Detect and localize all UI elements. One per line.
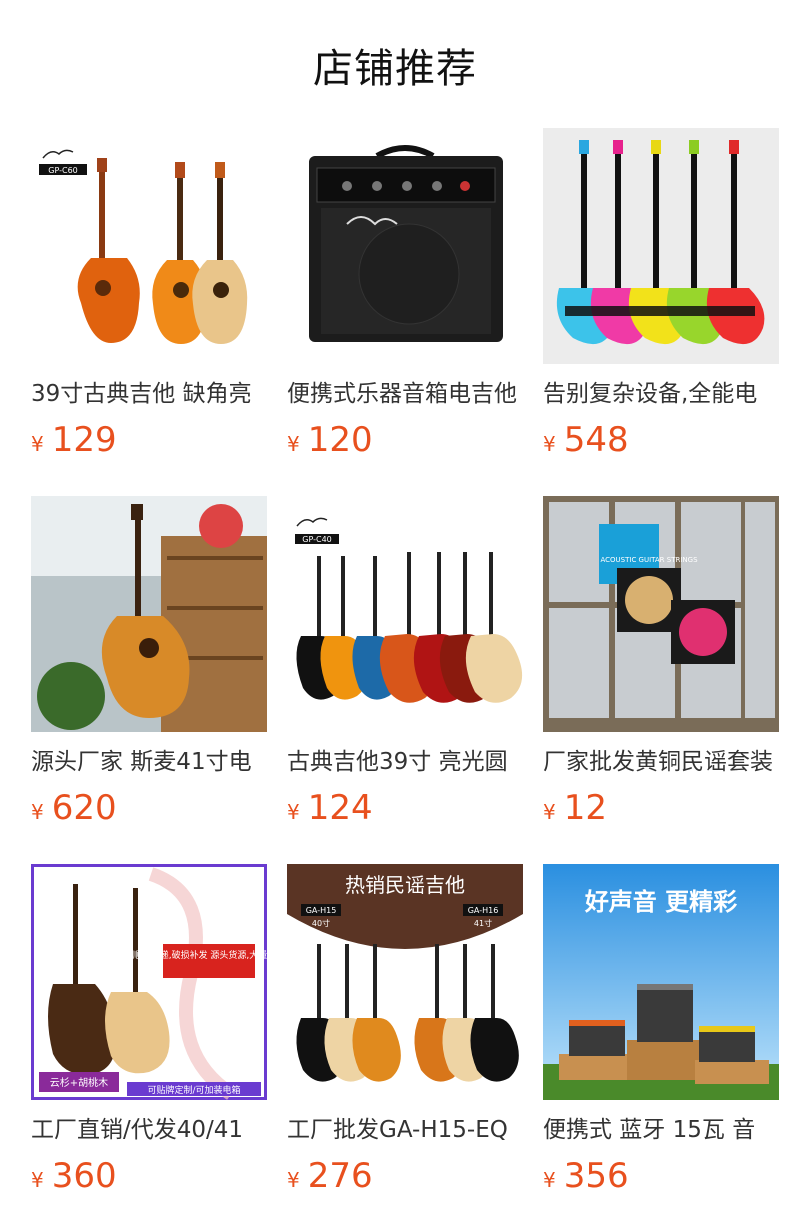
product-grid: GP-C60 39寸古典吉他 缺角亮 ¥129 便携式乐器音箱电吉他 ¥ 120… (31, 128, 779, 1200)
product-card[interactable]: 告别复杂设备,全能电 ¥548 (543, 128, 779, 464)
customization-note: 可贴牌定制/可加装电箱 (147, 1084, 240, 1096)
showroom-guitar-image (31, 496, 267, 732)
wood-type-badge: 云杉+胡桃木 (50, 1076, 108, 1089)
guitar-strings-image: ACOUSTIC GUITAR STRINGS (543, 496, 779, 732)
product-card[interactable]: 顺丰快递,破损补发 源头货源,大量现货 云杉+胡桃木 可贴牌定制/可加装电箱 工… (31, 864, 267, 1200)
product-name[interactable]: 工厂直销/代发40/41 (31, 1114, 267, 1146)
promo-note: 顺丰快递,破损补发 源头货源,大量现货 (133, 949, 267, 961)
product-image-guitar-strings[interactable]: ACOUSTIC GUITAR STRINGS (543, 496, 779, 732)
model-badge: GP-C60 (48, 166, 78, 175)
product-card[interactable]: 热销民谣吉他 GA-H15 40寸 GA-H16 41寸 工厂批发GA-H15-… (287, 864, 523, 1200)
page-title: 店铺推荐 (313, 46, 477, 92)
model-badge-left: GA-H15 (306, 906, 337, 915)
currency-symbol: ¥ (31, 800, 44, 824)
product-image-folk-guitars-promo[interactable]: 顺丰快递,破损补发 源头货源,大量现货 云杉+胡桃木 可贴牌定制/可加装电箱 (31, 864, 267, 1100)
amplifier-image (287, 128, 523, 364)
model-badge-right: GA-H16 (468, 906, 499, 915)
price-amount: 620 (51, 788, 117, 828)
product-name[interactable]: 工厂批发GA-H15-EQ (287, 1114, 523, 1146)
price-amount: 548 (563, 420, 629, 460)
price-amount: 276 (307, 1156, 373, 1196)
product-card[interactable]: 好声音 更精彩 便携式 蓝牙 15瓦 音 ¥356 (543, 864, 779, 1200)
product-image-classical-guitars[interactable]: GP-C60 (31, 128, 267, 364)
currency-symbol: ¥ (287, 432, 300, 456)
currency-symbol: ¥ (543, 432, 556, 456)
product-price: ¥276 (287, 1154, 523, 1198)
product-name[interactable]: 39寸古典吉他 缺角亮 (31, 378, 267, 410)
product-price: ¥360 (31, 1154, 267, 1198)
hot-folk-guitars-image: 热销民谣吉他 GA-H15 40寸 GA-H16 41寸 (287, 864, 523, 1100)
product-name[interactable]: 厂家批发黄铜民谣套装 (543, 746, 779, 778)
currency-symbol: ¥ (287, 800, 300, 824)
price-amount: 120 (307, 420, 373, 460)
promo-headline: 热销民谣吉他 (345, 873, 465, 897)
currency-symbol: ¥ (287, 1168, 300, 1192)
product-image-bluetooth-speakers[interactable]: 好声音 更精彩 (543, 864, 779, 1100)
currency-symbol: ¥ (31, 432, 44, 456)
classical-guitar-set-image: GP-C40 (287, 496, 523, 732)
product-price: ¥129 (31, 418, 267, 462)
price-amount: 129 (51, 420, 117, 460)
product-image-hot-folk-guitars[interactable]: 热销民谣吉他 GA-H15 40寸 GA-H16 41寸 (287, 864, 523, 1100)
currency-symbol: ¥ (543, 800, 556, 824)
price-amount: 356 (563, 1156, 629, 1196)
model-badge: GP-C40 (302, 535, 332, 544)
promo-headline: 好声音 更精彩 (584, 888, 737, 916)
product-card[interactable]: 便携式乐器音箱电吉他 ¥120 (287, 128, 523, 464)
product-name[interactable]: 便携式 蓝牙 15瓦 音 (543, 1114, 779, 1146)
price-amount: 124 (307, 788, 373, 828)
bluetooth-speakers-image: 好声音 更精彩 (543, 864, 779, 1100)
product-image-showroom-guitar[interactable] (31, 496, 267, 732)
product-price: ¥12 (543, 786, 779, 830)
electric-guitars-image (543, 128, 779, 364)
product-name[interactable]: 便携式乐器音箱电吉他 (287, 378, 523, 410)
product-price: ¥620 (31, 786, 267, 830)
product-card[interactable]: ACOUSTIC GUITAR STRINGS 厂家批发黄铜民谣套装 ¥12 (543, 496, 779, 832)
product-price: ¥356 (543, 1154, 779, 1198)
product-price: ¥124 (287, 786, 523, 830)
product-price: ¥120 (287, 418, 523, 462)
classical-guitar-image: GP-C60 (31, 128, 267, 364)
folk-guitars-promo-image: 顺丰快递,破损补发 源头货源,大量现货 云杉+胡桃木 可贴牌定制/可加装电箱 (31, 864, 267, 1100)
product-name[interactable]: 告别复杂设备,全能电 (543, 378, 779, 410)
size-label-right: 41寸 (474, 918, 492, 928)
product-name[interactable]: 古典吉他39寸 亮光圆 (287, 746, 523, 778)
product-price: ¥548 (543, 418, 779, 462)
price-amount: 12 (563, 788, 607, 828)
size-label-left: 40寸 (312, 918, 330, 928)
product-card[interactable]: 源头厂家 斯麦41寸电 ¥620 (31, 496, 267, 832)
price-amount: 360 (51, 1156, 117, 1196)
currency-symbol: ¥ (543, 1168, 556, 1192)
currency-symbol: ¥ (31, 1168, 44, 1192)
product-card[interactable]: GP-C60 39寸古典吉他 缺角亮 ¥129 (31, 128, 267, 464)
product-card[interactable]: GP-C40 古典吉他39寸 亮光圆 ¥124 (287, 496, 523, 832)
strings-brand-label: ACOUSTIC GUITAR STRINGS (600, 556, 698, 564)
product-name[interactable]: 源头厂家 斯麦41寸电 (31, 746, 267, 778)
product-image-amplifier[interactable] (287, 128, 523, 364)
product-image-electric-guitars[interactable] (543, 128, 779, 364)
product-image-classical-guitar-set[interactable]: GP-C40 (287, 496, 523, 732)
